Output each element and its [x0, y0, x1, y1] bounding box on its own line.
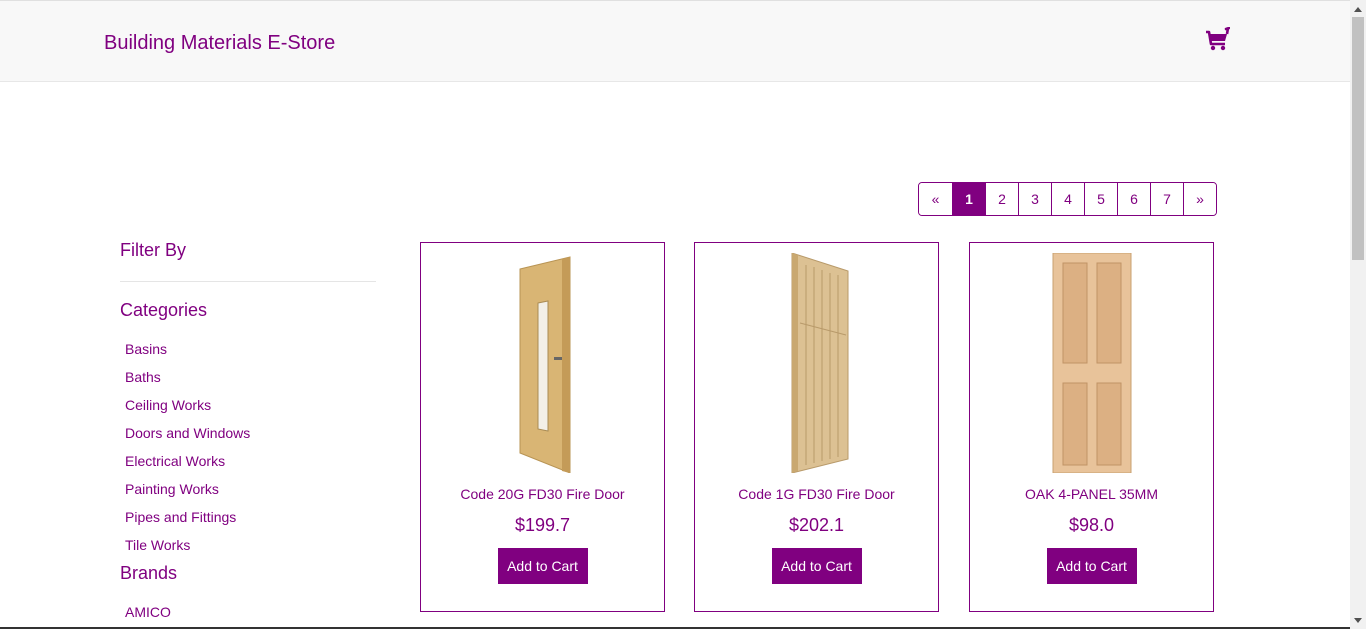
product-image[interactable]: [498, 253, 588, 473]
category-link-doors-and-windows[interactable]: Doors and Windows: [125, 425, 250, 441]
product-price: $199.7: [514, 515, 571, 535]
page: Building Materials E-Store « 1 2 3 4 5 6…: [0, 0, 1366, 629]
pagination-page-5[interactable]: 5: [1084, 183, 1117, 215]
scroll-down-icon[interactable]: [1350, 612, 1366, 629]
product-card: OAK 4-PANEL 35MM $98.0 Add to Cart: [969, 242, 1214, 612]
categories-title: Categories: [120, 300, 208, 320]
product-card: Code 1G FD30 Fire Door $202.1 Add to Car…: [694, 242, 939, 612]
scroll-up-icon[interactable]: [1350, 0, 1366, 17]
pagination-next[interactable]: »: [1183, 183, 1216, 215]
product-image[interactable]: [1047, 253, 1137, 473]
pagination-prev[interactable]: «: [919, 183, 952, 215]
product-price: $98.0: [1068, 515, 1115, 535]
category-link-basins[interactable]: Basins: [125, 341, 167, 357]
pagination-page-7[interactable]: 7: [1150, 183, 1183, 215]
pagination-page-1[interactable]: 1: [952, 183, 985, 215]
category-link-baths[interactable]: Baths: [125, 369, 161, 385]
filter-title: Filter By: [120, 240, 187, 260]
shopping-cart-icon[interactable]: [1204, 26, 1231, 53]
product-name[interactable]: OAK 4-PANEL 35MM: [970, 486, 1213, 502]
product-price: $202.1: [788, 515, 845, 535]
category-link-pipes-and-fittings[interactable]: Pipes and Fittings: [125, 509, 236, 525]
product-name[interactable]: Code 20G FD30 Fire Door: [421, 486, 664, 502]
pagination: « 1 2 3 4 5 6 7 »: [918, 182, 1217, 216]
page-scrollbar[interactable]: [1350, 0, 1366, 629]
add-to-cart-button[interactable]: Add to Cart: [771, 548, 862, 584]
category-link-tile-works[interactable]: Tile Works: [125, 537, 190, 553]
product-image[interactable]: [772, 253, 862, 473]
brand-link-amico[interactable]: AMICO: [125, 604, 171, 620]
brands-title: Brands: [120, 563, 178, 583]
category-link-electrical-works[interactable]: Electrical Works: [125, 453, 225, 469]
scroll-thumb[interactable]: [1352, 17, 1364, 260]
navbar: Building Materials E-Store: [0, 0, 1350, 82]
pagination-page-6[interactable]: 6: [1117, 183, 1150, 215]
pagination-page-2[interactable]: 2: [985, 183, 1018, 215]
category-link-ceiling-works[interactable]: Ceiling Works: [125, 397, 211, 413]
pagination-page-4[interactable]: 4: [1051, 183, 1084, 215]
add-to-cart-button[interactable]: Add to Cart: [1046, 548, 1137, 584]
category-link-painting-works[interactable]: Painting Works: [125, 481, 219, 497]
pagination-page-3[interactable]: 3: [1018, 183, 1051, 215]
divider: [120, 281, 376, 282]
product-card: Code 20G FD30 Fire Door $199.7 Add to Ca…: [420, 242, 665, 612]
product-name[interactable]: Code 1G FD30 Fire Door: [695, 486, 938, 502]
brand-link[interactable]: Building Materials E-Store: [104, 32, 335, 55]
add-to-cart-button[interactable]: Add to Cart: [497, 548, 588, 584]
